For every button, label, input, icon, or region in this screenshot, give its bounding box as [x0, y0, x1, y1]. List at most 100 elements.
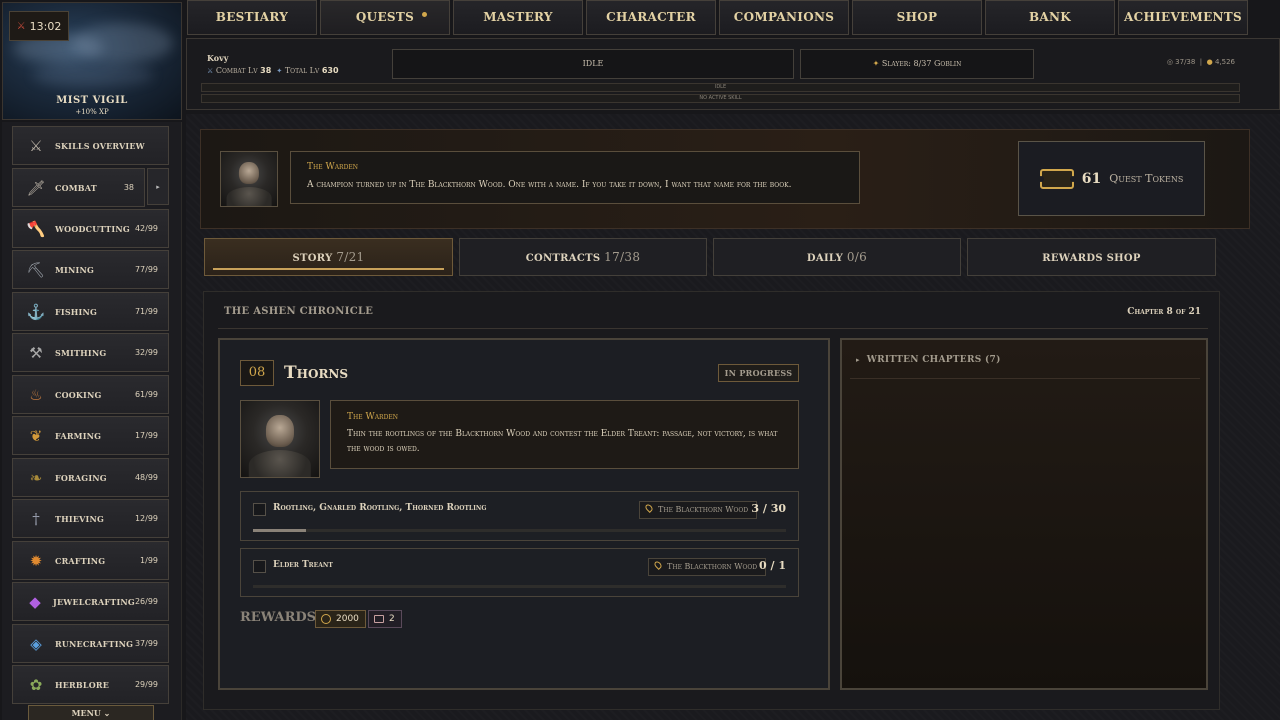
quest-token-box[interactable]: 61 Quest Tokens: [1018, 141, 1205, 216]
quest-dialog: The Warden Thin the rootlings of the Bla…: [330, 400, 799, 469]
sidebar-item-runecrafting[interactable]: ◈ RUNECRAFTING 37/99: [12, 624, 169, 663]
sidebar-item-level: 61/99: [134, 390, 158, 399]
anvil-icon: ⚒: [29, 343, 43, 362]
sidebar-item-herblore[interactable]: ✿ HERBLORE 29/99: [12, 665, 169, 704]
sword-icon: 🗡: [26, 178, 46, 197]
sidebar-item-level: 71/99: [134, 307, 158, 316]
region-portrait: ⚔ 13:02 MIST VIGIL +10% XP: [2, 2, 182, 120]
slayer-box[interactable]: ✦ Slayer: 8/37 Goblin: [800, 49, 1034, 79]
tab-story[interactable]: STORY 7/21: [204, 238, 453, 276]
dagger-icon: †: [32, 509, 40, 528]
activity-box[interactable]: IDLE: [392, 49, 794, 79]
ticket-icon: [1037, 168, 1076, 189]
sidebar-item-smithing[interactable]: ⚒ SMITHING 32/99: [12, 333, 169, 372]
chapter-title: Thorns: [284, 363, 349, 383]
written-chapters-panel: [840, 338, 1208, 690]
tab-shop[interactable]: SHOP: [852, 0, 982, 35]
menu-button[interactable]: MENU ⌄: [28, 705, 154, 720]
crossed-swords-icon: ⚔: [16, 20, 26, 32]
sidebar-item-label: THIEVING: [55, 513, 105, 524]
player-levels: ⚔ Combat Lv 38 ✦ Total Lv 630: [207, 66, 339, 75]
tab-companions[interactable]: COMPANIONS: [719, 0, 849, 35]
token-label: Quest Tokens: [1109, 172, 1184, 185]
chevron-right-icon: ▸: [156, 182, 160, 191]
leaf-icon: ❧: [29, 468, 43, 487]
reward-coins: 2000: [315, 610, 366, 628]
sidebar-item-level: 38: [123, 183, 134, 192]
notification-dot: [422, 12, 427, 17]
sidebar-item-level: 26/99: [134, 597, 158, 606]
tab-rewards-shop[interactable]: REWARDS SHOP: [967, 238, 1216, 276]
tab-mastery[interactable]: MASTERY: [453, 0, 583, 35]
objective-count: 0 / 1: [759, 559, 786, 572]
idle-line: IDLE: [201, 83, 1240, 92]
tab-daily[interactable]: DAILY 0/6: [713, 238, 961, 276]
map-pin-icon: [653, 560, 663, 570]
tab-bank[interactable]: BANK: [985, 0, 1115, 35]
sidebar-item-skills-overview[interactable]: ⚔ SKILLS OVERVIEW: [12, 126, 169, 165]
location-tag[interactable]: The Blackthorn Wood: [648, 558, 767, 576]
combat-expand-button[interactable]: ▸: [147, 168, 169, 205]
region-bonus: +10% XP: [75, 108, 109, 116]
location-tag[interactable]: The Blackthorn Wood: [639, 501, 758, 519]
tab-quests[interactable]: QUESTS: [320, 0, 450, 35]
status-bar: Kovy ⚔ Combat Lv 38 ✦ Total Lv 630 IDLE …: [186, 38, 1280, 110]
sidebar-item-level: 1/99: [140, 556, 158, 565]
divider: [218, 328, 1208, 329]
sidebar-item-combat[interactable]: 🗡 COMBAT 38: [12, 168, 145, 207]
sidebar-item-crafting[interactable]: ✹ CRAFTING 1/99: [12, 541, 169, 580]
tab-achievements[interactable]: ACHIEVEMENTS: [1118, 0, 1248, 35]
sidebar-item-woodcutting[interactable]: 🪓 WOODCUTTING 42/99: [12, 209, 169, 248]
sidebar-item-level: 29/99: [134, 680, 158, 689]
sidebar-item-level: 77/99: [134, 265, 158, 274]
chapter-number: 08: [240, 360, 274, 386]
axe-icon: 🪓: [26, 219, 46, 238]
sidebar-item-label: FISHING: [55, 306, 98, 317]
sidebar-item-cooking[interactable]: ♨ COOKING 61/99: [12, 375, 169, 414]
quest-text: Thin the rootlings of the Blackthorn Woo…: [347, 429, 778, 454]
coin-icon: ●: [1206, 58, 1213, 66]
sidebar-item-jewelcrafting[interactable]: ◆ JEWELCRAFTING 26/99: [12, 582, 169, 621]
sidebar-item-label: JEWELCRAFTING: [53, 596, 135, 607]
inventory-gold: ◎ 37/38 | ● 4,526: [1166, 58, 1235, 66]
skill-line: NO ACTIVE SKILL: [201, 94, 1240, 103]
sidebar-item-foraging[interactable]: ❧ FORAGING 48/99: [12, 458, 169, 497]
pot-icon: ♨: [29, 385, 43, 404]
sidebar-item-label: CRAFTING: [55, 555, 106, 566]
top-nav: BESTIARY QUESTS MASTERY CHARACTER COMPANIONS…: [186, 0, 1280, 36]
tab-bestiary[interactable]: BESTIARY: [187, 0, 317, 35]
sidebar-item-mining[interactable]: ⛏ MINING 77/99: [12, 250, 169, 289]
region-name: MIST VIGIL: [56, 95, 128, 106]
sidebar-item-label: COOKING: [55, 389, 102, 400]
sidebar-item-label: WOODCUTTING: [55, 223, 130, 234]
chevron-down-icon: ⌄: [103, 708, 111, 718]
tab-character[interactable]: CHARACTER: [586, 0, 716, 35]
rewards-label: REWARDS:: [240, 610, 321, 625]
sidebar-item-level: 32/99: [134, 348, 158, 357]
map-pin-icon: [644, 503, 654, 513]
sidebar-item-level: 12/99: [134, 514, 158, 523]
skull-icon: ✦: [872, 59, 880, 68]
objective-row: Rootling, Gnarled Rootling, Thorned Root…: [240, 491, 799, 541]
progress-bar: [253, 585, 786, 588]
tab-contracts[interactable]: CONTRACTS 17/38: [459, 238, 707, 276]
sidebar-item-label: FARMING: [55, 430, 102, 441]
quest-portrait: [240, 400, 320, 478]
sidebar-item-thieving[interactable]: † THIEVING 12/99: [12, 499, 169, 538]
player-name: Kovy: [207, 53, 229, 63]
sidebar-item-label: RUNECRAFTING: [55, 638, 134, 649]
objective-name: Rootling, Gnarled Rootling, Thorned Root…: [273, 503, 487, 513]
intro-text: A champion turned up in The Blackthorn W…: [307, 180, 792, 190]
written-chapters-toggle[interactable]: ▸ WRITTEN CHAPTERS (7): [856, 355, 1001, 365]
divider: [850, 378, 1200, 379]
sidebar-item-fishing[interactable]: ⚓ FISHING 71/99: [12, 292, 169, 331]
warden-portrait: [220, 151, 278, 207]
sidebar-item-level: 17/99: [134, 431, 158, 440]
bag-icon: ◎: [1166, 58, 1173, 66]
objective-checkbox[interactable]: [253, 503, 266, 516]
objective-count: 3 / 30: [751, 502, 786, 515]
sidebar-item-level: 42/99: [134, 224, 158, 233]
fishhook-icon: ⚓: [26, 302, 46, 321]
objective-checkbox[interactable]: [253, 560, 266, 573]
sidebar-item-farming[interactable]: ❦ FARMING 17/99: [12, 416, 169, 455]
